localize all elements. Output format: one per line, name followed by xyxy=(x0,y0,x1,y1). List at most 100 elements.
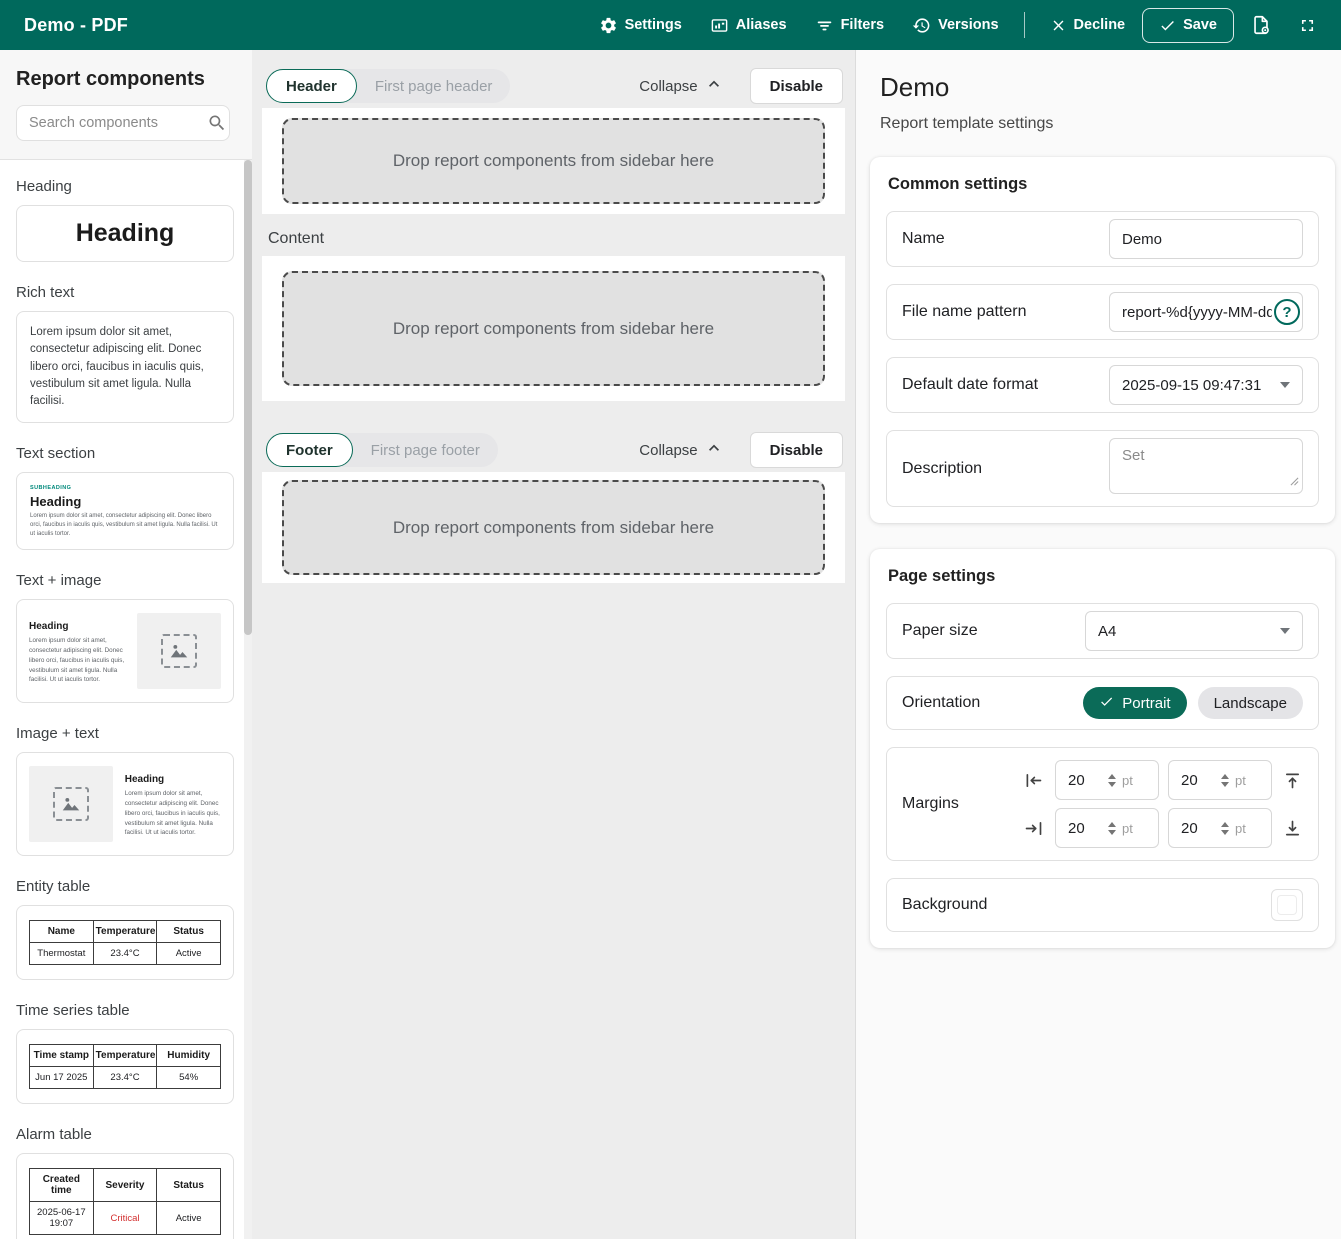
description-field[interactable] xyxy=(1109,438,1303,494)
margins-row: Margins pt pt xyxy=(886,747,1319,861)
margin-left-icon xyxy=(1020,770,1046,791)
tab-footer[interactable]: Footer xyxy=(266,433,353,467)
versions-button[interactable]: Versions xyxy=(901,8,1009,43)
sidebar-scrollbar[interactable] xyxy=(244,160,252,1239)
component-alarm-table[interactable]: Created time Severity Status 2025-06-17 … xyxy=(16,1153,234,1239)
heading-preview: Heading xyxy=(17,206,233,261)
search-input[interactable] xyxy=(16,105,230,141)
component-heading[interactable]: Heading xyxy=(16,205,234,262)
aliases-button[interactable]: Aliases xyxy=(699,8,798,43)
severity-critical-cell: Critical xyxy=(93,1202,157,1235)
aliases-icon xyxy=(710,16,729,35)
color-preview xyxy=(1277,895,1297,915)
component-rich-text[interactable]: Lorem ipsum dolor sit amet, consectetur … xyxy=(16,311,234,423)
check-icon xyxy=(1159,17,1176,34)
footer-collapse-button[interactable]: Collapse xyxy=(639,438,723,462)
name-row: Name xyxy=(886,211,1319,267)
check-icon xyxy=(1099,694,1114,713)
header-page-toggle: Header First page header xyxy=(266,69,510,103)
unit-label: pt xyxy=(1235,821,1246,836)
image-placeholder xyxy=(137,613,221,689)
sidebar-title: Report components xyxy=(16,68,236,91)
settings-button[interactable]: Settings xyxy=(588,8,693,43)
orientation-portrait-button[interactable]: Portrait xyxy=(1083,687,1186,719)
help-icon[interactable]: ? xyxy=(1274,299,1300,325)
filters-button[interactable]: Filters xyxy=(804,8,896,43)
margin-left-input[interactable]: pt xyxy=(1055,760,1159,800)
paper-size-row: Paper size A4 xyxy=(886,603,1319,659)
scrollbar-thumb[interactable] xyxy=(244,160,252,635)
orientation-toggle: Portrait Landscape xyxy=(1083,687,1303,719)
rich-text-preview: Lorem ipsum dolor sit amet, consectetur … xyxy=(17,312,233,422)
component-text-image[interactable]: Heading Lorem ipsum dolor sit amet, cons… xyxy=(16,599,234,703)
stepper-arrows[interactable] xyxy=(1108,822,1116,835)
background-color-swatch[interactable] xyxy=(1271,889,1303,921)
sidebar-header: Report components xyxy=(0,50,252,160)
table-row: Thermostat 23.4°C Active xyxy=(30,943,221,965)
common-settings-card: Common settings Name File name pattern ?… xyxy=(870,157,1335,523)
description-row: Description xyxy=(886,430,1319,507)
common-settings-title: Common settings xyxy=(888,175,1319,194)
paper-size-label: Paper size xyxy=(902,622,978,640)
preview-report-button[interactable] xyxy=(1240,6,1282,44)
footer-dropzone[interactable]: Drop report components from sidebar here xyxy=(282,480,825,575)
name-field[interactable] xyxy=(1109,219,1303,259)
footer-edit-area: Drop report components from sidebar here xyxy=(262,472,845,583)
date-format-select[interactable]: 2025-09-15 09:47:31 xyxy=(1109,365,1303,405)
image-placeholder xyxy=(29,766,113,842)
margins-label: Margins xyxy=(902,795,959,813)
stepper-arrows[interactable] xyxy=(1221,774,1229,787)
margin-bottom-value[interactable] xyxy=(1181,820,1219,837)
component-time-series-table[interactable]: Time stamp Temperature Humidity Jun 17 2… xyxy=(16,1029,234,1104)
section-label-image-text: Image + text xyxy=(16,725,234,742)
footer-disable-button[interactable]: Disable xyxy=(750,432,843,468)
margin-right-input[interactable]: pt xyxy=(1055,808,1159,848)
fullscreen-icon[interactable] xyxy=(1288,8,1327,43)
text-section-heading: Heading xyxy=(30,494,220,509)
tab-first-page-header[interactable]: First page header xyxy=(357,78,511,95)
unit-label: pt xyxy=(1122,821,1133,836)
history-icon xyxy=(912,16,931,35)
component-text-section[interactable]: SUBHEADING Heading Lorem ipsum dolor sit… xyxy=(16,472,234,550)
template-subtitle: Report template settings xyxy=(880,115,1317,133)
content-edit-area: Drop report components from sidebar here xyxy=(262,256,845,401)
header-collapse-button[interactable]: Collapse xyxy=(639,74,723,98)
save-button[interactable]: Save xyxy=(1142,8,1234,43)
content-dropzone[interactable]: Drop report components from sidebar here xyxy=(282,271,825,386)
chevron-up-icon xyxy=(704,438,724,462)
margin-top-value[interactable] xyxy=(1181,772,1219,789)
resize-handle-icon[interactable] xyxy=(1290,473,1299,491)
text-image-heading: Heading xyxy=(29,621,125,632)
settings-panel-header: Demo Report template settings xyxy=(856,50,1341,157)
date-format-label: Default date format xyxy=(902,376,1038,394)
text-image-body: Lorem ipsum dolor sit amet, consectetur … xyxy=(29,636,125,685)
header-zone-controls: Header First page header Collapse Disabl… xyxy=(266,68,843,104)
header-dropzone[interactable]: Drop report components from sidebar here xyxy=(282,118,825,204)
toolbar-actions: Settings Aliases Filters Versions Declin… xyxy=(588,6,1327,44)
file-name-pattern-label: File name pattern xyxy=(902,303,1027,321)
gear-icon xyxy=(599,16,618,35)
stepper-arrows[interactable] xyxy=(1221,822,1229,835)
time-series-table-preview: Time stamp Temperature Humidity Jun 17 2… xyxy=(29,1044,221,1089)
component-entity-table[interactable]: Name Temperature Status Thermostat 23.4°… xyxy=(16,905,234,980)
text-section-body: Lorem ipsum dolor sit amet, consectetur … xyxy=(30,512,220,539)
orientation-landscape-button[interactable]: Landscape xyxy=(1198,687,1303,719)
header-disable-button[interactable]: Disable xyxy=(750,68,843,104)
section-label-text-image: Text + image xyxy=(16,572,234,589)
date-format-row: Default date format 2025-09-15 09:47:31 xyxy=(886,357,1319,413)
component-image-text[interactable]: Heading Lorem ipsum dolor sit amet, cons… xyxy=(16,752,234,856)
name-label: Name xyxy=(902,230,945,248)
window-title: Demo - PDF xyxy=(24,15,128,36)
margin-top-input[interactable]: pt xyxy=(1168,760,1272,800)
tab-first-page-footer[interactable]: First page footer xyxy=(353,442,498,459)
margin-right-value[interactable] xyxy=(1068,820,1106,837)
margin-bottom-input[interactable]: pt xyxy=(1168,808,1272,848)
page-settings-card: Page settings Paper size A4 Orientation … xyxy=(870,549,1335,948)
tab-header[interactable]: Header xyxy=(266,69,357,103)
chevron-up-icon xyxy=(704,74,724,98)
stepper-arrows[interactable] xyxy=(1108,774,1116,787)
margin-left-value[interactable] xyxy=(1068,772,1106,789)
paper-size-select[interactable]: A4 xyxy=(1085,611,1303,651)
orientation-label: Orientation xyxy=(902,694,980,712)
decline-button[interactable]: Decline xyxy=(1039,9,1137,42)
